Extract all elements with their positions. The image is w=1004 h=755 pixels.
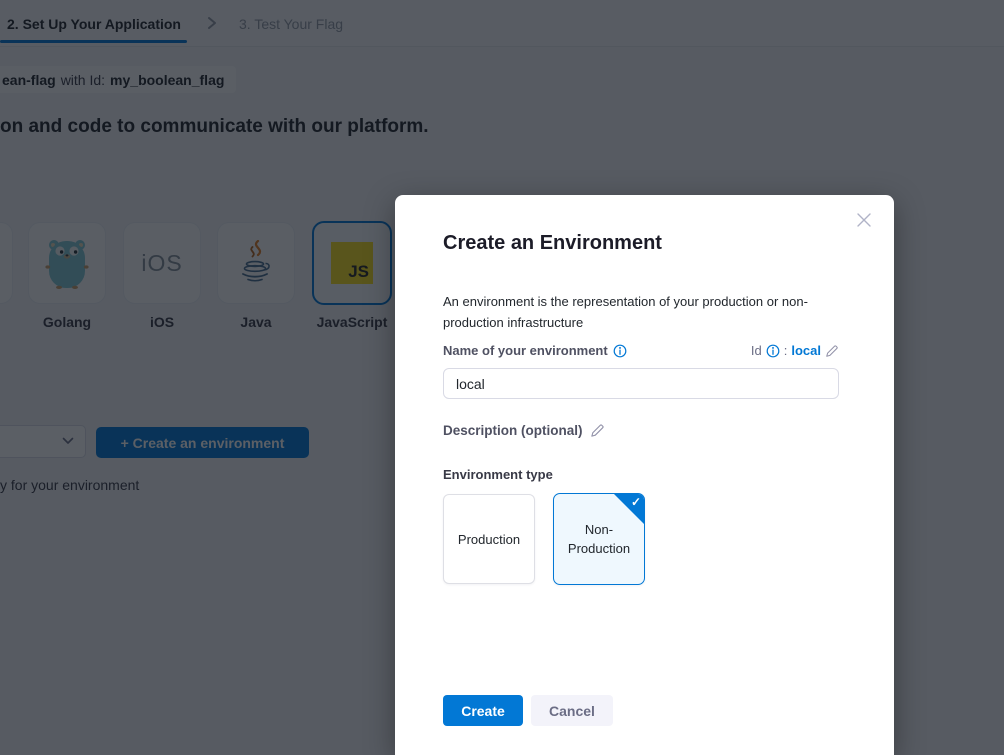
type-card-non-production-label: Non-Production bbox=[554, 520, 644, 558]
environment-type-label: Environment type bbox=[443, 467, 553, 482]
info-icon[interactable] bbox=[766, 344, 780, 358]
check-icon: ✓ bbox=[631, 495, 641, 509]
name-label: Name of your environment bbox=[443, 343, 627, 358]
create-environment-modal: Create an Environment An environment is … bbox=[395, 195, 894, 755]
name-label-text: Name of your environment bbox=[443, 343, 608, 358]
create-button[interactable]: Create bbox=[443, 695, 523, 726]
name-id-row: Name of your environment Id : local bbox=[443, 343, 839, 358]
type-card-production-label: Production bbox=[448, 530, 530, 549]
description-label: Description (optional) bbox=[443, 423, 583, 438]
modal-description: An environment is the representation of … bbox=[443, 291, 843, 333]
environment-name-input[interactable] bbox=[443, 368, 839, 399]
id-label: Id bbox=[751, 343, 762, 358]
environment-type-options: Production Non-Production ✓ bbox=[443, 494, 645, 585]
info-icon[interactable] bbox=[613, 344, 627, 358]
flag-id-group: Id : local bbox=[751, 343, 839, 358]
cancel-button[interactable]: Cancel bbox=[531, 695, 613, 726]
modal-title: Create an Environment bbox=[443, 232, 662, 255]
edit-description-pencil-icon[interactable] bbox=[590, 423, 605, 438]
close-icon[interactable] bbox=[854, 211, 874, 231]
type-card-production[interactable]: Production bbox=[443, 494, 535, 584]
id-value: local bbox=[791, 343, 821, 358]
type-card-non-production-selected[interactable]: Non-Production ✓ bbox=[553, 493, 645, 585]
app-screen: 2. Set Up Your Application 3. Test Your … bbox=[0, 0, 1004, 755]
id-separator: : bbox=[784, 343, 788, 358]
modal-actions: Create Cancel bbox=[443, 695, 613, 726]
edit-id-pencil-icon[interactable] bbox=[825, 344, 839, 358]
description-row: Description (optional) bbox=[443, 423, 605, 438]
